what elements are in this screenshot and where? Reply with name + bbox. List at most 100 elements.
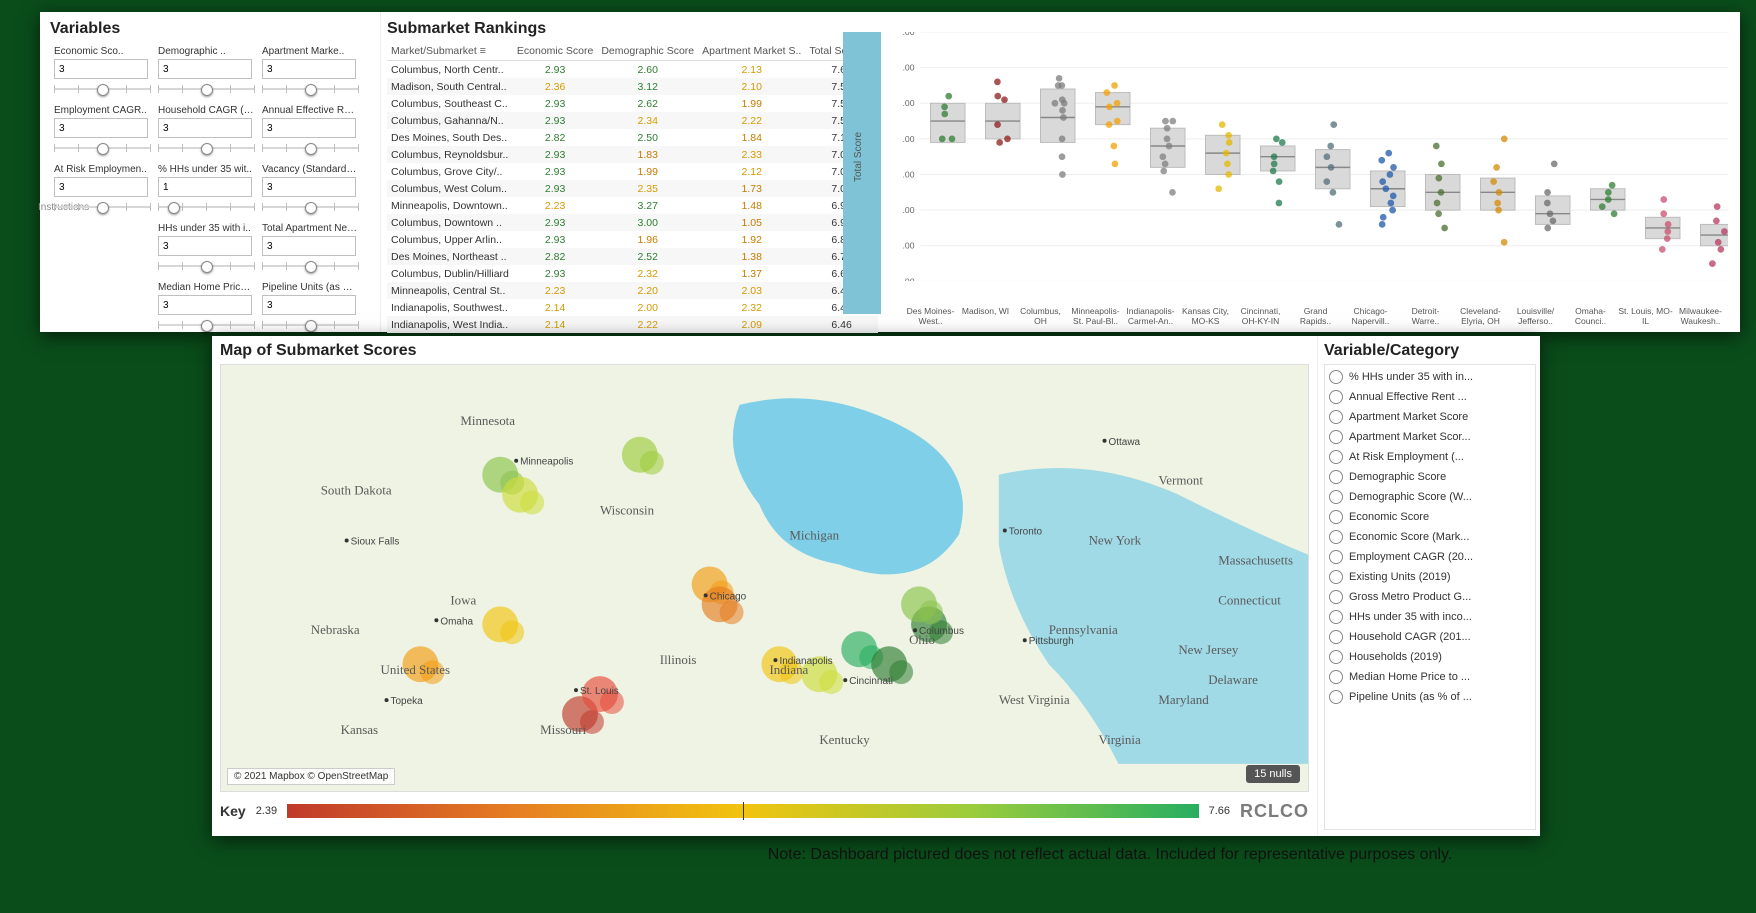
table-row[interactable]: Indianapolis, Southwest.. 2.14 2.00 2.32… xyxy=(387,299,878,316)
category-list[interactable]: % HHs under 35 with in...Annual Effectiv… xyxy=(1324,364,1536,830)
key-label: Key xyxy=(220,803,246,819)
var-label: Economic Sco.. xyxy=(54,46,150,57)
table-row[interactable]: Columbus, North Centr.. 2.93 2.60 2.13 7… xyxy=(387,61,878,79)
category-option[interactable]: % HHs under 35 with in... xyxy=(1327,367,1533,387)
category-option[interactable]: At Risk Employment (... xyxy=(1327,447,1533,467)
var-slider[interactable] xyxy=(262,142,358,154)
category-option[interactable]: Median Home Price to ... xyxy=(1327,667,1533,687)
map[interactable]: MinnesotaSouth DakotaWisconsinMichiganIo… xyxy=(220,364,1309,792)
var-input[interactable] xyxy=(262,59,356,79)
svg-text:Pittsburgh: Pittsburgh xyxy=(1029,636,1074,647)
rankings-table: Market/Submarket ≡Economic ScoreDemograp… xyxy=(387,42,878,333)
var-input[interactable] xyxy=(158,177,252,197)
var-slider[interactable] xyxy=(262,201,358,213)
var-input[interactable] xyxy=(158,295,252,315)
var-label: Apartment Marke.. xyxy=(262,46,358,57)
sort-icon[interactable]: ≡ xyxy=(480,45,486,57)
radio-icon xyxy=(1329,630,1343,644)
svg-text:New York: New York xyxy=(1089,533,1142,548)
table-row[interactable]: Columbus, West Colum.. 2.93 2.35 1.73 7.… xyxy=(387,180,878,197)
var-label: Household CAGR (2.. xyxy=(158,105,254,116)
table-row[interactable]: Columbus, Downtown .. 2.93 3.00 1.05 6.9… xyxy=(387,214,878,231)
var-label: HHs under 35 with i.. xyxy=(158,223,254,234)
category-option[interactable]: Economic Score (Mark... xyxy=(1327,527,1533,547)
rankings-panel: Submarket Rankings Market/Submarket ≡Eco… xyxy=(380,12,843,332)
category-option[interactable]: Economic Score xyxy=(1327,507,1533,527)
map-attribution: © 2021 Mapbox © OpenStreetMap xyxy=(227,768,395,785)
box-chart: Total Score 2.003.004.005.006.007.008.00… xyxy=(843,12,1740,332)
svg-text:St. Louis: St. Louis xyxy=(580,686,619,697)
var-input[interactable] xyxy=(54,59,148,79)
category-option[interactable]: Pipeline Units (as % of ... xyxy=(1327,687,1533,707)
svg-text:United States: United States xyxy=(381,662,450,677)
table-row[interactable]: Indianapolis, West India.. 2.14 2.22 2.0… xyxy=(387,316,878,333)
var-label: Annual Effective Rent .. xyxy=(262,105,358,116)
category-option[interactable]: Apartment Market Score xyxy=(1327,407,1533,427)
var-slider[interactable] xyxy=(54,83,150,95)
map-title: Map of Submarket Scores xyxy=(220,342,1309,360)
table-row[interactable]: Des Moines, South Des.. 2.82 2.50 1.84 7… xyxy=(387,129,878,146)
var-input[interactable] xyxy=(158,59,252,79)
key-gradient xyxy=(287,804,1198,818)
table-row[interactable]: Des Moines, Northeast .. 2.82 2.52 1.38 … xyxy=(387,248,878,265)
var-label: % HHs under 35 wit.. xyxy=(158,164,254,175)
var-slider[interactable] xyxy=(158,142,254,154)
var-slider[interactable] xyxy=(158,83,254,95)
radio-icon xyxy=(1329,670,1343,684)
brand-logo: RCLCO xyxy=(1240,801,1309,822)
var-slider[interactable] xyxy=(262,260,358,272)
category-option[interactable]: Gross Metro Product G... xyxy=(1327,587,1533,607)
var-input[interactable] xyxy=(262,236,356,256)
table-row[interactable]: Columbus, Grove City/.. 2.93 1.99 2.12 7… xyxy=(387,163,878,180)
svg-text:West Virginia: West Virginia xyxy=(999,692,1070,707)
table-row[interactable]: Columbus, Gahanna/N.. 2.93 2.34 2.22 7.5… xyxy=(387,112,878,129)
category-option[interactable]: Annual Effective Rent ... xyxy=(1327,387,1533,407)
radio-icon xyxy=(1329,470,1343,484)
var-input[interactable] xyxy=(54,118,148,138)
category-option[interactable]: Demographic Score xyxy=(1327,467,1533,487)
var-slider[interactable] xyxy=(262,319,358,331)
svg-text:Columbus: Columbus xyxy=(919,626,964,637)
var-slider[interactable] xyxy=(158,201,254,213)
table-row[interactable]: Columbus, Reynoldsbur.. 2.93 1.83 2.33 7… xyxy=(387,146,878,163)
radio-icon xyxy=(1329,690,1343,704)
svg-text:7.00: 7.00 xyxy=(903,98,915,108)
svg-text:4.00: 4.00 xyxy=(903,205,915,215)
svg-text:South Dakota: South Dakota xyxy=(321,483,392,498)
radio-icon xyxy=(1329,590,1343,604)
var-input[interactable] xyxy=(262,177,356,197)
radio-icon xyxy=(1329,550,1343,564)
category-option[interactable]: Household CAGR (201... xyxy=(1327,627,1533,647)
table-row[interactable]: Columbus, Southeast C.. 2.93 2.62 1.99 7… xyxy=(387,95,878,112)
var-input[interactable] xyxy=(54,177,148,197)
key-max: 7.66 xyxy=(1209,805,1230,817)
radio-icon xyxy=(1329,510,1343,524)
table-row[interactable]: Minneapolis, Central St.. 2.23 2.20 2.03… xyxy=(387,282,878,299)
var-slider[interactable] xyxy=(158,319,254,331)
category-option[interactable]: HHs under 35 with inco... xyxy=(1327,607,1533,627)
radio-icon xyxy=(1329,410,1343,424)
category-option[interactable]: Existing Units (2019) xyxy=(1327,567,1533,587)
table-row[interactable]: Columbus, Dublin/Hilliard 2.93 2.32 1.37… xyxy=(387,265,878,282)
var-slider[interactable] xyxy=(54,142,150,154)
var-input[interactable] xyxy=(158,118,252,138)
svg-text:9.00: 9.00 xyxy=(903,32,915,37)
var-label: Total Apartment Net D.. xyxy=(262,223,358,234)
category-option[interactable]: Employment CAGR (20... xyxy=(1327,547,1533,567)
category-option[interactable]: Demographic Score (W... xyxy=(1327,487,1533,507)
var-input[interactable] xyxy=(262,118,356,138)
var-slider[interactable] xyxy=(54,201,150,213)
var-input[interactable] xyxy=(262,295,356,315)
table-row[interactable]: Minneapolis, Downtown.. 2.23 3.27 1.48 6… xyxy=(387,197,878,214)
category-option[interactable]: Households (2019) xyxy=(1327,647,1533,667)
svg-text:Minnesota: Minnesota xyxy=(460,413,515,428)
nulls-pill: 15 nulls xyxy=(1246,765,1300,783)
table-row[interactable]: Columbus, Upper Arlin.. 2.93 1.96 1.92 6… xyxy=(387,231,878,248)
table-row[interactable]: Madison, South Central.. 2.36 3.12 2.10 … xyxy=(387,78,878,95)
var-slider[interactable] xyxy=(158,260,254,272)
svg-text:Omaha: Omaha xyxy=(440,616,473,627)
rankings-title: Submarket Rankings xyxy=(387,20,837,38)
category-option[interactable]: Apartment Market Scor... xyxy=(1327,427,1533,447)
var-input[interactable] xyxy=(158,236,252,256)
var-slider[interactable] xyxy=(262,83,358,95)
